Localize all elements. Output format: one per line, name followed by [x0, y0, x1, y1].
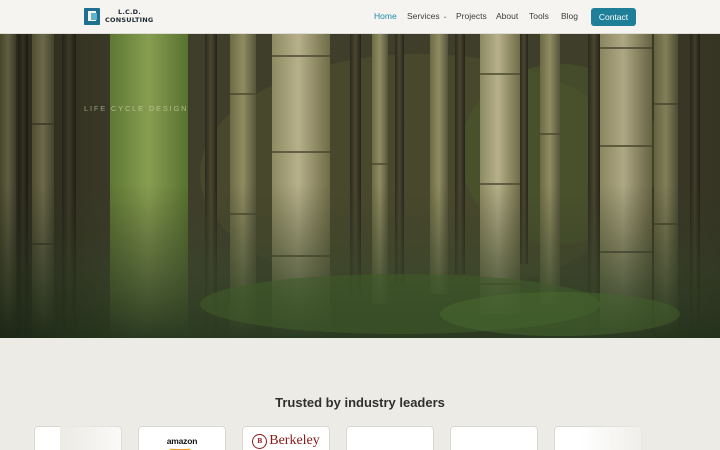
amazon-smile-icon — [168, 446, 191, 450]
amazon-wordmark: amazon — [166, 436, 198, 446]
trusted-section: Trusted by industry leaders amazon B Ber… — [0, 338, 720, 450]
client-logo-amazon[interactable]: amazon — [138, 426, 226, 450]
nav-item-tools[interactable]: Tools — [529, 11, 549, 21]
brand-mark-icon — [84, 8, 100, 25]
nav-item-home[interactable]: Home — [374, 11, 397, 21]
client-logo-card[interactable] — [554, 426, 642, 450]
trusted-heading: Trusted by industry leaders — [275, 395, 445, 410]
chevron-down-icon: ⌄ — [442, 14, 448, 20]
nav-item-projects[interactable]: Projects — [456, 11, 487, 21]
brand-wordmark: L.C.D. CONSULTING — [105, 8, 154, 24]
client-logo-carousel[interactable]: amazon B Berkeley — [0, 426, 720, 450]
nav-item-services-label: Services — [407, 11, 440, 21]
brand-logo[interactable]: L.C.D. CONSULTING — [84, 8, 153, 25]
nav-item-about[interactable]: About — [496, 11, 518, 21]
contact-button[interactable]: Contact — [591, 8, 636, 26]
client-logo-card[interactable] — [346, 426, 434, 450]
nav-item-blog[interactable]: Blog — [561, 11, 578, 21]
bamboo-forest-image — [0, 34, 720, 338]
client-logo-card[interactable] — [34, 426, 122, 450]
hero-eyebrow-text: LIFE CYCLE DESIGN — [84, 104, 189, 113]
berkeley-wordmark: Berkeley — [269, 433, 320, 448]
berkeley-logo: B Berkeley — [252, 433, 320, 449]
berkeley-seal-icon: B — [252, 433, 268, 449]
nav-item-services[interactable]: Services ⌄ — [407, 11, 448, 21]
amazon-logo: amazon — [166, 436, 198, 450]
brand-line-2: CONSULTING — [105, 15, 154, 24]
client-logo-card[interactable] — [450, 426, 538, 450]
client-logo-berkeley[interactable]: B Berkeley — [242, 426, 330, 450]
hero-section: LIFE CYCLE DESIGN — [0, 34, 720, 338]
top-navbar: L.C.D. CONSULTING Home Services ⌄ Project… — [0, 0, 720, 34]
